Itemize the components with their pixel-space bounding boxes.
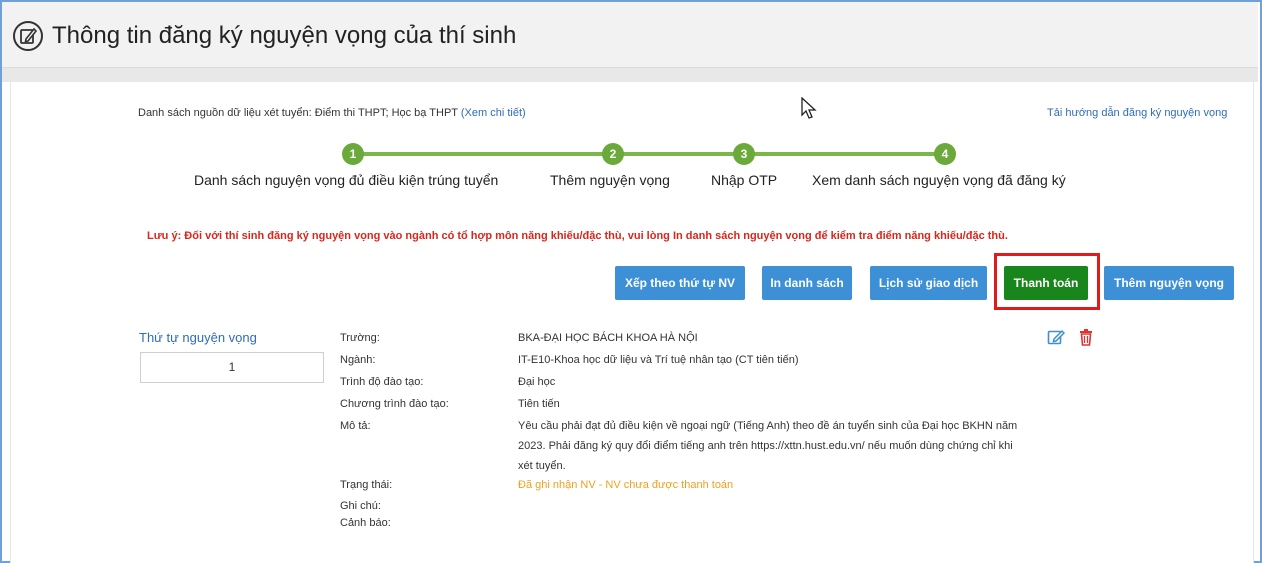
data-source-info: Danh sách nguồn dữ liệu xét tuyển: Điểm … bbox=[138, 107, 526, 119]
status-value: Đã ghi nhận NV - NV chưa được thanh toán bbox=[518, 479, 734, 491]
transaction-history-button[interactable]: Lịch sử giao dịch bbox=[870, 266, 987, 300]
major-value: IT-E10-Khoa học dữ liệu và Trí tuệ nhân … bbox=[518, 354, 799, 366]
step-4-marker: 4 bbox=[934, 143, 956, 165]
training-level-label: Trình độ đào tạo: bbox=[340, 376, 424, 388]
step-2-label: Thêm nguyện vọng bbox=[550, 172, 670, 188]
school-label: Trường: bbox=[340, 332, 380, 344]
training-level-value: Đại học bbox=[518, 376, 556, 388]
header-divider bbox=[2, 68, 1258, 82]
step-1-label: Danh sách nguyện vọng đủ điều kiện trúng… bbox=[194, 172, 499, 188]
view-detail-link[interactable]: (Xem chi tiết) bbox=[461, 107, 526, 119]
sort-by-order-button[interactable]: Xếp theo thứ tự NV bbox=[615, 266, 745, 300]
status-label: Trạng thái: bbox=[340, 479, 393, 491]
description-label: Mô tả: bbox=[340, 420, 371, 432]
edit-wish-icon[interactable] bbox=[1047, 328, 1065, 346]
step-4-label: Xem danh sách nguyện vọng đã đăng ký bbox=[812, 172, 1066, 188]
school-value: BKA-ĐẠI HỌC BÁCH KHOA HÀ NỘI bbox=[518, 332, 698, 344]
step-3-label: Nhập OTP bbox=[711, 172, 778, 188]
warning-note: Lưu ý: Đối với thí sinh đăng ký nguyện v… bbox=[147, 230, 1008, 242]
step-2-marker: 2 bbox=[602, 143, 624, 165]
highlight-box bbox=[994, 253, 1100, 310]
print-list-button[interactable]: In danh sách bbox=[762, 266, 852, 300]
step-progress-line bbox=[352, 152, 944, 156]
mouse-cursor-icon bbox=[801, 97, 817, 119]
notes-label: Ghi chú: bbox=[340, 500, 381, 512]
wish-order-input[interactable]: 1 bbox=[140, 352, 324, 383]
step-1-marker: 1 bbox=[342, 143, 364, 165]
major-label: Ngành: bbox=[340, 354, 376, 366]
warning-label: Cảnh báo: bbox=[340, 517, 391, 529]
program-value: Tiên tiến bbox=[518, 398, 560, 410]
add-wish-button[interactable]: Thêm nguyện vọng bbox=[1104, 266, 1234, 300]
download-guide-link[interactable]: Tải hướng dẫn đăng ký nguyện vọng bbox=[1047, 107, 1227, 119]
description-value: Yêu cầu phải đạt đủ điều kiện về ngoại n… bbox=[518, 420, 1018, 472]
wish-order-label: Thứ tự nguyện vọng bbox=[139, 330, 257, 345]
data-source-text: Danh sách nguồn dữ liệu xét tuyển: Điểm … bbox=[138, 107, 458, 119]
delete-wish-icon[interactable] bbox=[1077, 328, 1095, 346]
step-3-marker: 3 bbox=[733, 143, 755, 165]
program-label: Chương trình đào tạo: bbox=[340, 398, 449, 410]
page-title: Thông tin đăng ký nguyện vọng của thí si… bbox=[52, 22, 517, 49]
page-header: Thông tin đăng ký nguyện vọng của thí si… bbox=[2, 2, 1258, 68]
edit-icon bbox=[13, 21, 43, 51]
